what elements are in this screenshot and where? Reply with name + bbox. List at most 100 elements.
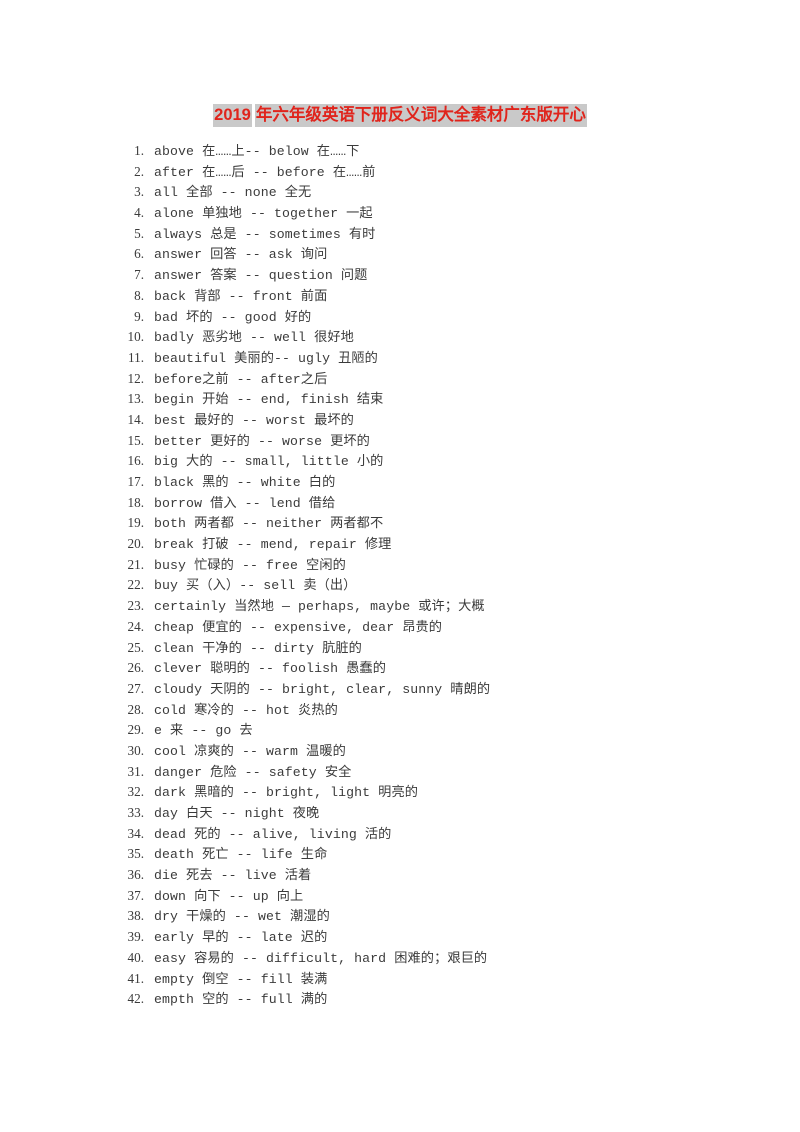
list-item: 23. certainly 当然地 — perhaps, maybe 或许；大概 (0, 596, 800, 617)
list-item-number: 41. (127, 970, 144, 986)
list-item: 12. before之前 -- after之后 (0, 369, 800, 390)
list-item: 7. answer 答案 -- question 问题 (0, 265, 800, 286)
list-item-number: 15. (127, 432, 144, 448)
list-item-text: badly 恶劣地 -- well 很好地 (154, 330, 354, 346)
list-item-number: 35. (127, 846, 144, 862)
list-item-number: 36. (127, 867, 144, 883)
list-item-number: 8. (134, 287, 144, 303)
list-item-number: 3. (134, 184, 144, 200)
document-page: 2019 年六年级英语下册反义词大全素材广东版开心 1. above 在……上-- … (0, 0, 800, 1132)
list-item-text: before之前 -- after之后 (154, 371, 328, 387)
list-item-text: clever 聪明的 -- foolish 愚蠢的 (154, 661, 386, 677)
list-item-number: 30. (127, 742, 144, 758)
list-item: 41. empty 倒空 -- fill 装满 (0, 969, 800, 990)
list-item-text: buy 买（入）-- sell 卖（出） (154, 578, 357, 594)
list-item: 24. cheap 便宜的 -- expensive, dear 昂贵的 (0, 617, 800, 638)
list-item-text: best 最好的 -- worst 最坏的 (154, 412, 354, 428)
list-item: 5. always 总是 -- sometimes 有时 (0, 224, 800, 245)
list-item-number: 5. (134, 225, 144, 241)
list-item-number: 20. (127, 536, 144, 552)
list-item-text: death 死亡 -- life 生命 (154, 847, 328, 863)
list-item: 20. break 打破 -- mend, repair 修理 (0, 534, 800, 555)
page-title-main: 年六年级英语下册反义词大全素材广东版开心 (254, 104, 587, 127)
list-item-text: beautiful 美丽的-- ugly 丑陋的 (154, 350, 378, 366)
list-item-text: certainly 当然地 — perhaps, maybe 或许；大概 (154, 599, 485, 615)
list-item-number: 33. (127, 805, 144, 820)
list-item-text: black 黑的 -- white 白的 (154, 475, 336, 490)
list-item-number: 11. (128, 349, 144, 365)
list-item-text: after 在……后 -- before 在……前 (154, 164, 376, 180)
list-item: 29. e 来 -- go 去 (0, 720, 800, 741)
list-item: 16. big 大的 -- small, little 小的 (0, 451, 800, 472)
list-item-text: dead 死的 -- alive, living 活的 (154, 826, 392, 842)
list-item-number: 16. (127, 453, 144, 469)
list-item-text: day 白天 -- night 夜晚 (154, 806, 320, 821)
list-item: 4. alone 单独地 -- together 一起 (0, 203, 800, 224)
list-item-number: 6. (134, 246, 144, 262)
list-item: 42. empth 空的 -- full 满的 (0, 989, 800, 1010)
list-item: 15. better 更好的 -- worse 更坏的 (0, 431, 800, 452)
list-item-text: borrow 借入 -- lend 借给 (154, 495, 336, 511)
list-item-text: big 大的 -- small, little 小的 (154, 454, 384, 470)
list-item-text: e 来 -- go 去 (154, 723, 253, 739)
list-item-text: empth 空的 -- full 满的 (154, 992, 328, 1008)
list-item: 1. above 在……上-- below 在……下 (0, 141, 800, 162)
list-item-text: all 全部 -- none 全无 (154, 185, 312, 201)
list-item-text: cheap 便宜的 -- expensive, dear 昂贵的 (154, 619, 443, 635)
list-item-text: better 更好的 -- worse 更坏的 (154, 433, 370, 449)
list-item: 2. after 在……后 -- before 在……前 (0, 162, 800, 183)
list-item: 36. die 死去 -- live 活着 (0, 865, 800, 886)
list-item-text: back 背部 -- front 前面 (154, 288, 328, 304)
page-title-year: 2019 (213, 104, 252, 127)
list-item-text: always 总是 -- sometimes 有时 (154, 226, 376, 242)
page-title: 2019 年六年级英语下册反义词大全素材广东版开心 (0, 103, 800, 128)
list-item: 8. back 背部 -- front 前面 (0, 286, 800, 307)
list-item-number: 25. (127, 639, 144, 655)
list-item: 39. early 早的 -- late 迟的 (0, 927, 800, 948)
list-item-number: 40. (127, 949, 144, 965)
list-item-text: danger 危险 -- safety 安全 (154, 764, 352, 780)
list-item-number: 31. (127, 763, 144, 779)
list-item-number: 18. (127, 494, 144, 510)
list-item-number: 26. (127, 660, 144, 676)
list-item-text: bad 坏的 -- good 好的 (154, 309, 312, 325)
list-item-number: 14. (127, 411, 144, 427)
list-item-number: 27. (127, 680, 144, 696)
list-item-number: 22. (127, 577, 144, 593)
list-item-number: 13. (127, 391, 144, 407)
list-item-text: cold 寒冷的 -- hot 炎热的 (154, 702, 338, 718)
list-item: 17. black 黑的 -- white 白的 (0, 472, 800, 493)
list-item: 38. dry 干燥的 -- wet 潮湿的 (0, 906, 800, 927)
list-item: 32. dark 黑暗的 -- bright, light 明亮的 (0, 782, 800, 803)
list-item-number: 2. (134, 163, 144, 179)
list-item: 27. cloudy 天阴的 -- bright, clear, sunny 晴朗… (0, 679, 800, 700)
list-item-text: down 向下 -- up 向上 (154, 888, 304, 904)
list-item-text: above 在……上-- below 在……下 (154, 144, 360, 159)
list-item: 10. badly 恶劣地 -- well 很好地 (0, 327, 800, 348)
list-item-text: alone 单独地 -- together 一起 (154, 206, 373, 222)
list-item-text: both 两者都 -- neither 两者都不 (154, 516, 384, 532)
list-item-text: dark 黑暗的 -- bright, light 明亮的 (154, 785, 419, 801)
list-item-text: clean 干净的 -- dirty 肮脏的 (154, 640, 362, 656)
list-item: 3. all 全部 -- none 全无 (0, 182, 800, 203)
list-item-text: early 早的 -- late 迟的 (154, 930, 328, 946)
list-item-number: 12. (127, 370, 144, 386)
list-item-number: 7. (134, 267, 144, 283)
list-item-number: 37. (127, 887, 144, 903)
list-item-number: 24. (127, 618, 144, 634)
list-item-number: 29. (127, 722, 144, 738)
list-item-number: 28. (127, 701, 144, 717)
list-item: 6. answer 回答 -- ask 询问 (0, 244, 800, 265)
list-item-number: 42. (127, 991, 144, 1007)
antonym-list: 1. above 在……上-- below 在……下 2. after 在……后 -… (0, 141, 800, 1010)
list-item-number: 39. (127, 929, 144, 945)
list-item-number: 4. (134, 205, 144, 221)
list-item-number: 17. (127, 474, 144, 489)
list-item-text: cloudy 天阴的 -- bright, clear, sunny 晴朗的 (154, 681, 491, 697)
list-item-text: empty 倒空 -- fill 装满 (154, 971, 328, 987)
list-item: 9. bad 坏的 -- good 好的 (0, 307, 800, 328)
list-item: 21. busy 忙碌的 -- free 空闲的 (0, 555, 800, 576)
list-item-text: die 死去 -- live 活着 (154, 868, 312, 884)
list-item-text: begin 开始 -- end, finish 结束 (154, 392, 384, 408)
list-item: 26. clever 聪明的 -- foolish 愚蠢的 (0, 658, 800, 679)
